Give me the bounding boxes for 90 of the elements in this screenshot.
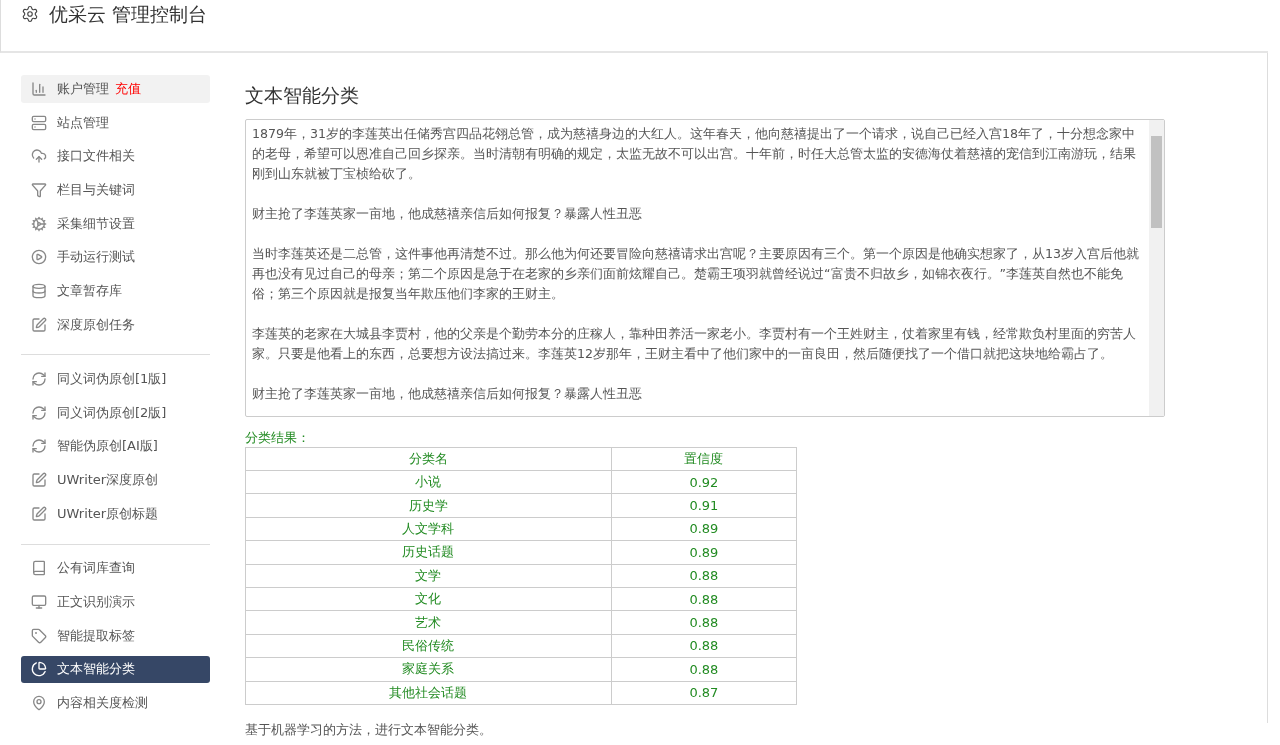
sidebar-label: 公有词库查询: [57, 559, 135, 578]
pie-chart-icon: [31, 661, 47, 678]
pin-icon: [31, 695, 47, 712]
sidebar-item[interactable]: 文本智能分类: [21, 655, 210, 684]
page-title: 文本智能分类: [245, 83, 360, 108]
sidebar-label: 栏目与关键词: [57, 180, 135, 199]
sidebar-item[interactable]: 同义词伪原创[1版]: [21, 365, 210, 393]
sidebar-item[interactable]: 接口文件相关: [21, 142, 210, 170]
sidebar-item[interactable]: UWriter原创标题: [21, 500, 210, 528]
scrollbar-thumb[interactable]: [1151, 136, 1162, 228]
table-cell: 艺术: [245, 610, 612, 635]
text-paragraph: 李莲英的老家在大城县李贾村，他的父亲是个勤劳本分的庄稼人，靠种田养活一家老小。李贾村有一个王姓财主，仗着家里有钱，经常欺负村里面的穷苦人家。只要是他看上的东西，总要想方设法搞过来。李莲英12岁那年，王财主看中了他们家中的一亩良田，然后随便找了一个借口就把这块地给霸占了。: [252, 325, 1137, 363]
table-cell: 历史话题: [245, 540, 612, 565]
sidebar-label: 文本智能分类: [57, 660, 135, 679]
sidebar-label: UWriter深度原创: [57, 471, 159, 490]
tag-icon: [31, 627, 47, 644]
sidebar-label: UWriter原创标题: [57, 504, 159, 523]
sidebar-item[interactable]: 智能提取标签: [21, 621, 210, 650]
sidebar-item[interactable]: 采集细节设置: [21, 209, 210, 238]
table-cell: 0.88: [611, 610, 797, 635]
table-cell: 历史学: [245, 493, 612, 518]
table-cell: 文化: [245, 587, 612, 611]
sidebar-label: 采集细节设置: [57, 214, 135, 233]
sidebar-label: 内容相关度检测: [57, 694, 148, 713]
table-cell: 0.92: [611, 470, 797, 494]
refresh-icon: [31, 371, 47, 388]
sidebar-item[interactable]: 栏目与关键词: [21, 176, 210, 204]
sidebar-label: 同义词伪原创[2版]: [57, 403, 167, 422]
sidebar-item[interactable]: 正文识别演示: [21, 588, 210, 616]
table-cell: 0.89: [611, 540, 797, 565]
table-cell: 家庭关系: [245, 657, 612, 681]
sidebar-label: 正文识别演示: [57, 593, 135, 612]
book-icon: [31, 560, 47, 577]
recharge-link[interactable]: 充值: [115, 79, 141, 98]
table-cell: 0.88: [611, 587, 797, 611]
sidebar-item[interactable]: 手动运行测试: [21, 243, 210, 272]
sidebar-item[interactable]: 站点管理: [21, 108, 210, 137]
play-icon: [31, 249, 47, 266]
table-cell: 0.89: [611, 517, 797, 541]
monitor-icon: [31, 594, 47, 611]
sidebar-label: 智能伪原创[AI版]: [57, 437, 158, 456]
sidebar-item[interactable]: 内容相关度检测: [21, 689, 210, 717]
table-cell: 民俗传统: [245, 634, 612, 658]
table-cell: 0.88: [611, 657, 797, 681]
table-cell: 0.87: [611, 681, 797, 705]
sidebar-item[interactable]: 文章暂存库: [21, 277, 210, 305]
sidebar-label: 深度原创任务: [57, 315, 135, 334]
sidebar-label: 手动运行测试: [57, 248, 135, 267]
text-input-area[interactable]: [245, 119, 1165, 417]
database-icon: [31, 282, 47, 299]
sidebar-item[interactable]: 账户管理 充值: [21, 75, 210, 103]
text-paragraph: 财主抢了李莲英家一亩地，他成慈禧亲信后如何报复？暴露人性丑恶: [252, 385, 643, 403]
refresh-icon: [31, 404, 47, 421]
sidebar-label: 接口文件相关: [57, 147, 135, 166]
sidebar-item[interactable]: 同义词伪原创[2版]: [21, 398, 210, 427]
column-header: 置信度: [611, 447, 797, 471]
cloud-upload-icon: [31, 148, 47, 165]
table-cell: 0.88: [611, 564, 797, 588]
settings-icon: [21, 5, 39, 23]
footnote: 基于机器学习的方法，进行文本智能分类。: [245, 720, 493, 739]
scrollbar[interactable]: [1149, 120, 1164, 416]
table-cell: 人文学科: [245, 517, 612, 541]
app-title: 优采云 管理控制台: [49, 2, 208, 27]
table-cell: 其他社会话题: [245, 681, 612, 705]
sidebar-item[interactable]: 智能伪原创[AI版]: [21, 432, 210, 461]
sidebar-label: 文章暂存库: [57, 281, 122, 300]
column-header: 分类名: [245, 447, 612, 471]
filter-icon: [31, 181, 47, 198]
table-cell: 文学: [245, 564, 612, 588]
bar-chart-icon: [31, 80, 47, 97]
edit-icon: [31, 472, 47, 489]
table-cell: 小说: [245, 470, 612, 494]
sidebar-item[interactable]: UWriter深度原创: [21, 466, 210, 494]
text-paragraph: 当时李莲英还是二总管，这件事他再清楚不过。那么他为何还要冒险向慈禧请求出宫呢？主要原因有三个。第一个原因是他确实想家了，从13岁入宫后他就再也没有见过自己的母亲；第二个原因是急于在老家的乡亲们面前炫耀自己。楚霸王项羽就曾经说过“富贵不归故乡，如锦衣夜行。”李莲英自然也不能免俗；第三个原因就是报复当年欺压他们李家的王财主。: [252, 245, 1141, 303]
edit-icon: [31, 505, 47, 522]
edit-icon: [31, 316, 47, 333]
sidebar-item[interactable]: 深度原创任务: [21, 310, 210, 339]
table-cell: 0.88: [611, 634, 797, 658]
gears-icon: [31, 215, 47, 232]
sidebar-label: 账户管理: [57, 79, 109, 98]
sidebar-label: 智能提取标签: [57, 626, 135, 645]
sidebar-label: 站点管理: [57, 113, 109, 132]
sidebar-label: 同义词伪原创[1版]: [57, 370, 167, 389]
table-cell: 0.91: [611, 493, 797, 518]
text-paragraph: 1879年，31岁的李莲英出任储秀宫四品花翎总管，成为慈禧身边的大红人。这年春天，他向慈禧提出了一个请求，说自己已经入宫18年了，十分想念家中的老母，希望可以恩准自己回乡探亲。当时清朝有明确的规定，太监无故不可以出宫。十年前，时任大总管太监的安德海仗着慈禧的宠信到江南游玩，结果刚到山东就被丁宝桢给砍了。: [252, 125, 1137, 183]
text-paragraph: 财主抢了李莲英家一亩地，他成慈禧亲信后如何报复？暴露人性丑恶: [252, 205, 643, 223]
result-label: 分类结果：: [245, 429, 311, 447]
refresh-icon: [31, 438, 47, 455]
server-icon: [31, 114, 47, 131]
sidebar-item[interactable]: 公有词库查询: [21, 554, 210, 583]
